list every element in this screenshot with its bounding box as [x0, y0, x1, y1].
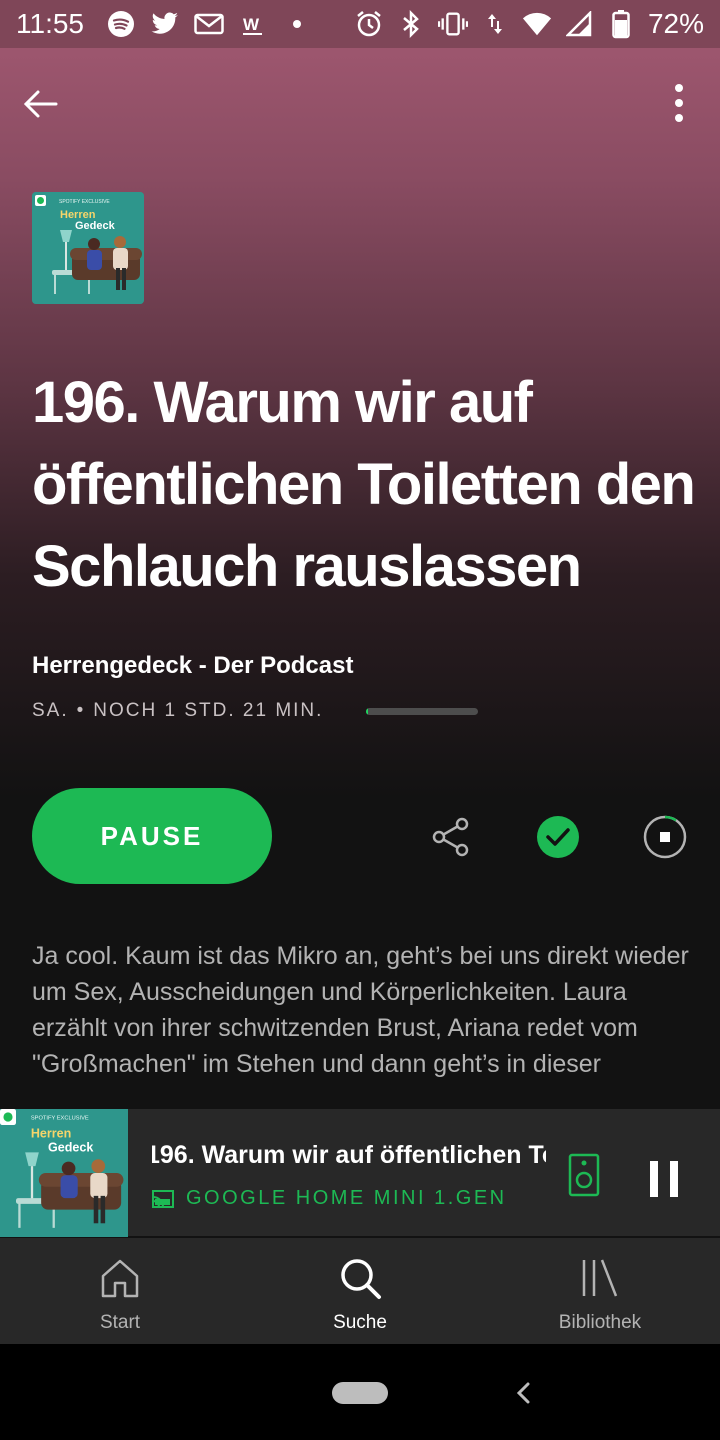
check-circle-icon — [537, 816, 579, 858]
episode-meta: SA. • NOCH 1 STD. 21 MIN. — [32, 700, 323, 722]
system-home-button[interactable] — [332, 1382, 388, 1404]
status-time: 11:55 — [16, 8, 84, 39]
pause-button[interactable]: PAUSE — [32, 788, 272, 884]
status-bar: 11:55 W 72% — [0, 0, 720, 48]
bottom-navigation: Start Suche Bibliothek — [0, 1238, 720, 1344]
episode-progress-fill — [366, 708, 369, 715]
share-icon — [432, 817, 469, 857]
back-button[interactable] — [20, 82, 64, 126]
arrow-left-icon — [23, 90, 58, 118]
mail-icon — [194, 9, 224, 39]
system-navigation-bar — [0, 1344, 720, 1440]
nav-label-search: Suche — [333, 1312, 387, 1333]
w-icon: W — [238, 9, 268, 39]
nav-item-library[interactable]: Bibliothek — [480, 1238, 720, 1344]
system-back-button[interactable] — [510, 1378, 536, 1408]
episode-progress-bar — [366, 708, 478, 715]
episode-day: SA. — [32, 700, 69, 721]
meta-separator: • — [76, 700, 86, 721]
episode-description: Ja cool. Kaum ist das Mikro an, geht’s b… — [32, 942, 689, 1078]
alarm-icon — [354, 9, 384, 39]
nav-label-start: Start — [99, 1312, 141, 1333]
devices-button[interactable] — [568, 1153, 600, 1197]
connect-device-label[interactable]: GOOGLE HOME MINI 1.GEN — [152, 1187, 507, 1210]
svg-text:Gedeck: Gedeck — [75, 220, 116, 232]
more-options-button[interactable] — [662, 78, 696, 128]
home-icon — [101, 1259, 139, 1298]
cover-art: SPOTIFY EXCLUSIVE Herren Gedeck — [32, 192, 144, 304]
battery-icon — [606, 9, 636, 39]
svg-text:Gedeck: Gedeck — [48, 1140, 93, 1154]
download-progress-icon — [643, 815, 687, 859]
nav-item-start[interactable]: Start — [0, 1238, 240, 1344]
mini-player-title-wrap: 196. Warum wir auf öffentlichen Toilette… — [152, 1141, 546, 1181]
nav-item-search[interactable]: Suche — [240, 1238, 480, 1344]
connect-device-name: GOOGLE HOME MINI 1.GEN — [186, 1187, 507, 1209]
cover-art: SPOTIFY EXCLUSIVE Herren Gedeck — [0, 1109, 128, 1237]
episode-title: 196. Warum wir auf öffentlichen Toilette… — [32, 370, 696, 599]
data-arrows-icon — [480, 9, 510, 39]
more-vertical-icon — [675, 84, 683, 122]
added-button[interactable] — [536, 815, 580, 859]
chevron-left-icon — [516, 1382, 530, 1404]
episode-cover: SPOTIFY EXCLUSIVE Herren Gedeck — [32, 192, 144, 304]
svg-text:SPOTIFY EXCLUSIVE: SPOTIFY EXCLUSIVE — [31, 1115, 89, 1121]
vibrate-icon — [437, 9, 468, 39]
mini-player-title: 196. Warum wir auf öffentlichen Toilette… — [152, 1141, 546, 1169]
mini-player[interactable]: SPOTIFY EXCLUSIVE Herren Gedeck 196. War… — [0, 1108, 720, 1237]
battery-percent: 72% — [647, 8, 704, 39]
download-button[interactable] — [642, 814, 688, 860]
svg-text:Herren: Herren — [31, 1127, 72, 1141]
share-button[interactable] — [430, 816, 472, 858]
twitter-icon — [150, 9, 180, 39]
show-name-link[interactable]: Herrengedeck - Der Podcast — [32, 652, 353, 680]
episode-remaining: NOCH 1 STD. 21 MIN. — [93, 700, 324, 721]
wifi-icon — [522, 9, 552, 39]
dot-icon — [282, 9, 312, 39]
nav-label-library: Bibliothek — [558, 1312, 642, 1333]
bluetooth-icon — [396, 9, 426, 39]
spotify-icon — [106, 9, 136, 39]
svg-text:W: W — [243, 15, 260, 34]
speaker-icon — [568, 1153, 600, 1197]
pause-icon — [650, 1161, 678, 1197]
mini-player-pause-button[interactable] — [646, 1159, 682, 1199]
signal-icon — [564, 9, 594, 39]
library-icon — [582, 1259, 618, 1297]
svg-text:SPOTIFY EXCLUSIVE: SPOTIFY EXCLUSIVE — [59, 199, 110, 205]
cast-icon — [152, 1189, 174, 1208]
search-icon — [341, 1259, 381, 1299]
mini-player-cover: SPOTIFY EXCLUSIVE Herren Gedeck — [0, 1109, 128, 1237]
